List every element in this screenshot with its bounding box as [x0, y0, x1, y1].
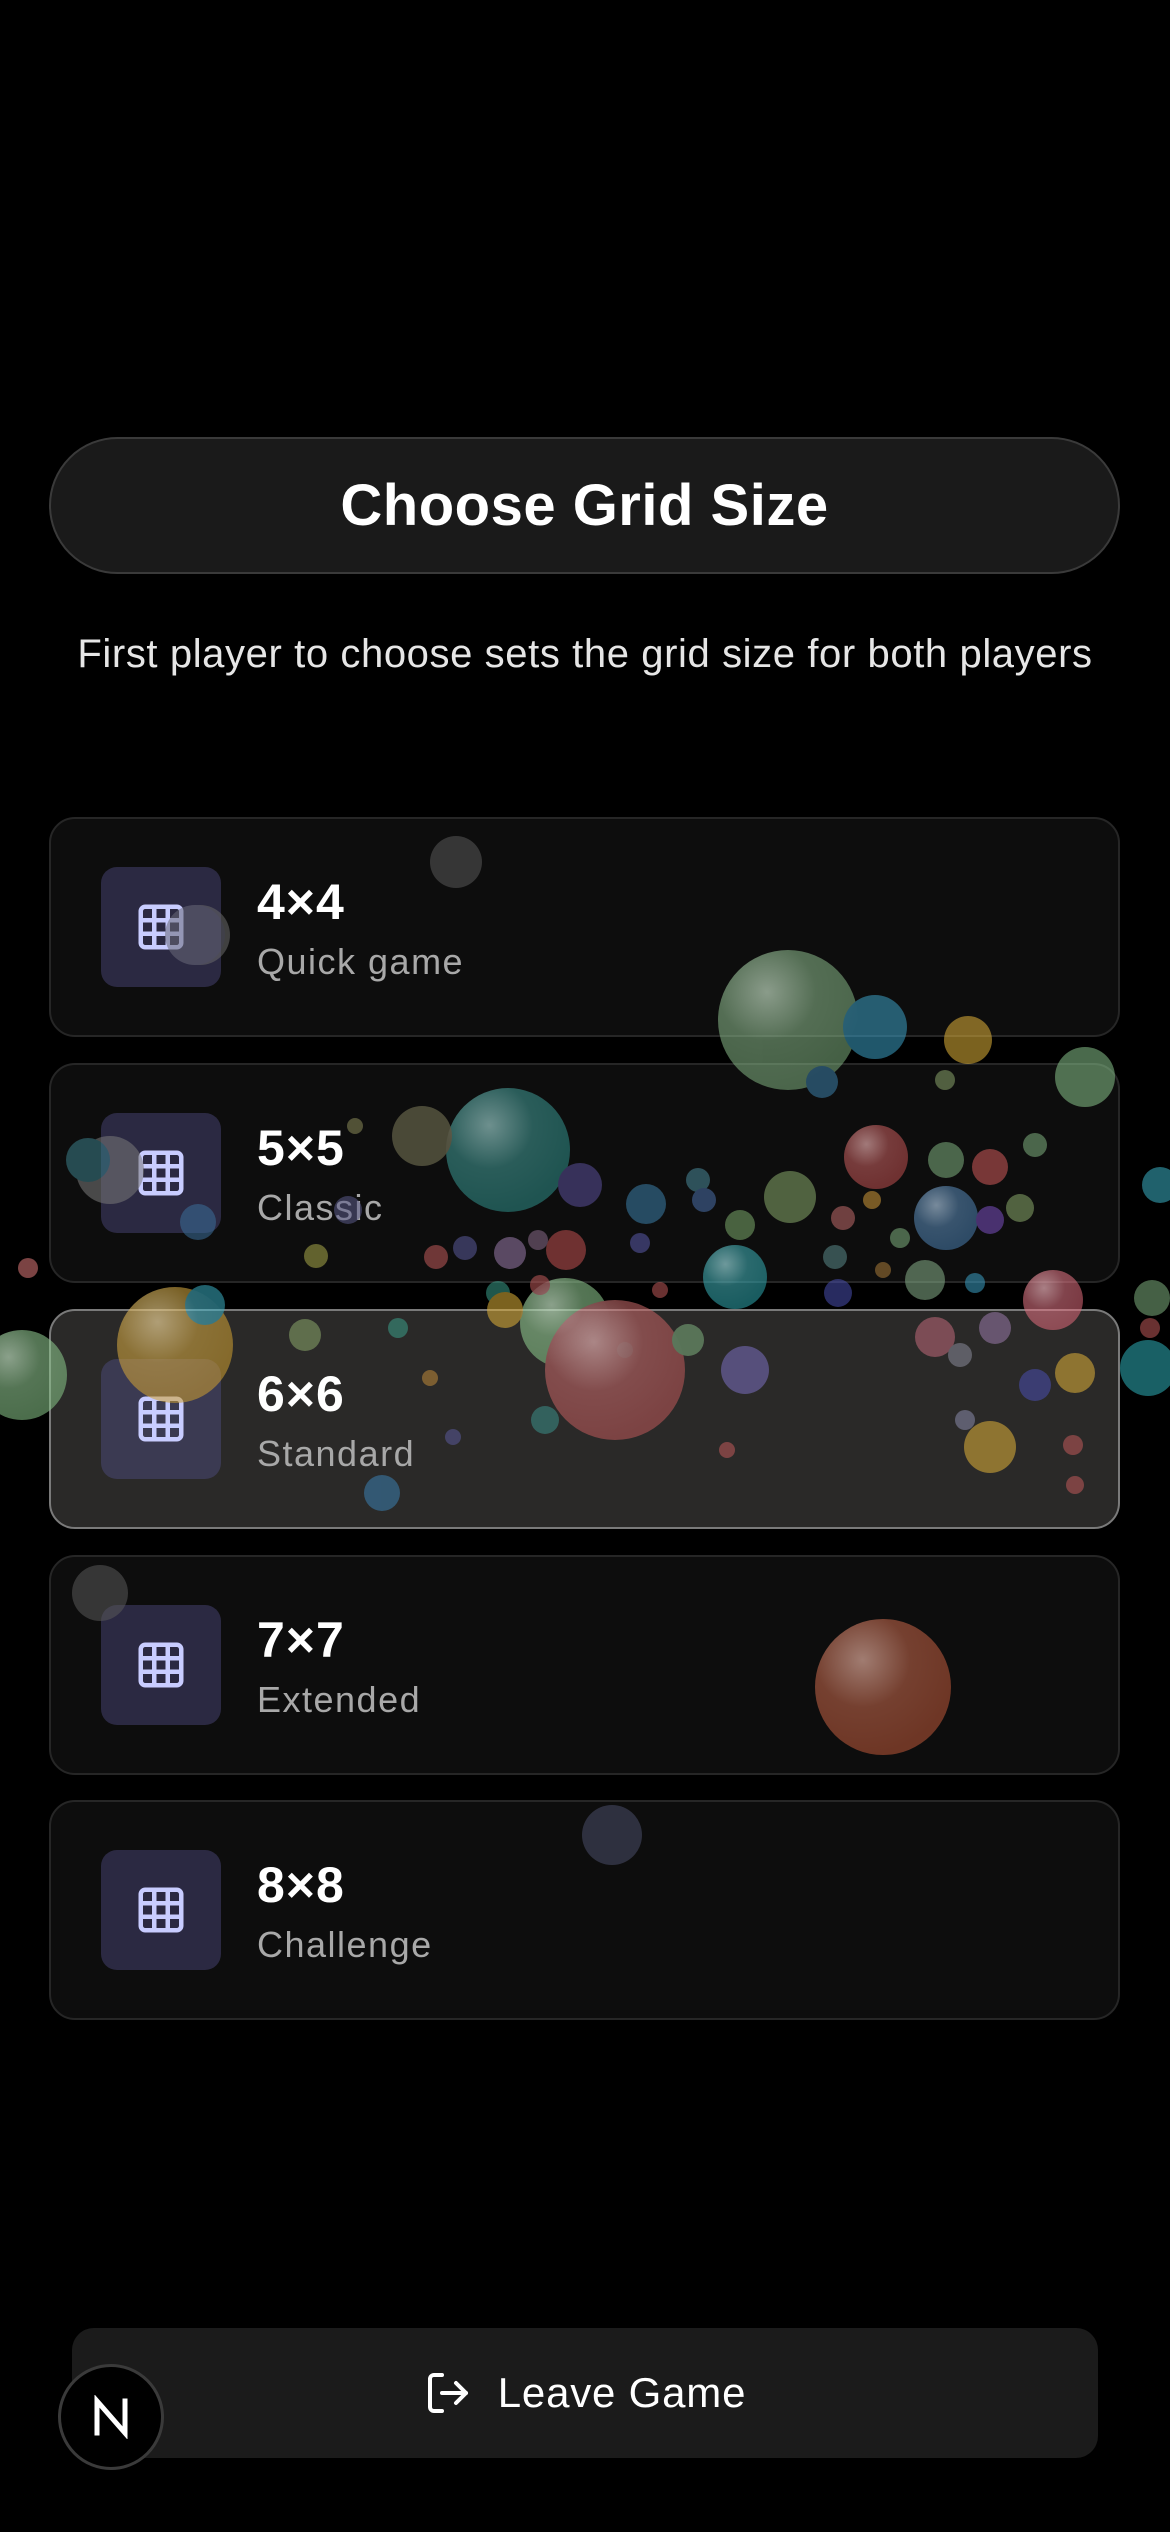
grid-option-description: Standard	[257, 1433, 416, 1474]
page-title: Choose Grid Size	[340, 473, 829, 538]
leave-game-label: Leave Game	[497, 2369, 747, 2416]
grid-icon	[101, 1113, 221, 1233]
page-subtitle: First player to choose sets the grid siz…	[77, 632, 1093, 676]
grid-option-description: Quick game	[257, 941, 465, 982]
grid-option-description: Classic	[257, 1187, 384, 1228]
grid-option-description: Extended	[257, 1679, 422, 1720]
grid-option-description: Challenge	[257, 1924, 433, 1965]
grid-icon	[101, 867, 221, 987]
grid-option-size: 6×6	[257, 1366, 345, 1422]
grid-option-size: 4×4	[257, 874, 345, 930]
grid-icon	[101, 1850, 221, 1970]
grid-option-5x5[interactable]: 5×5 Classic	[49, 1063, 1120, 1283]
grid-icon	[101, 1605, 221, 1725]
log-out-icon	[424, 2369, 472, 2417]
grid-option-size: 5×5	[257, 1120, 345, 1176]
n-logo-badge[interactable]	[58, 2364, 164, 2470]
grid-option-7x7[interactable]: 7×7 Extended	[49, 1555, 1120, 1775]
grid-option-size: 7×7	[257, 1612, 345, 1668]
grid-icon	[101, 1359, 221, 1479]
grid-option-size: 8×8	[257, 1857, 345, 1913]
title-pill: Choose Grid Size	[49, 437, 1120, 574]
grid-option-6x6[interactable]: 6×6 Standard	[49, 1309, 1120, 1529]
grid-option-8x8[interactable]: 8×8 Challenge	[49, 1800, 1120, 2020]
leave-game-button[interactable]: Leave Game	[72, 2328, 1098, 2458]
n-logo-icon	[94, 2395, 128, 2439]
grid-option-4x4[interactable]: 4×4 Quick game	[49, 817, 1120, 1037]
